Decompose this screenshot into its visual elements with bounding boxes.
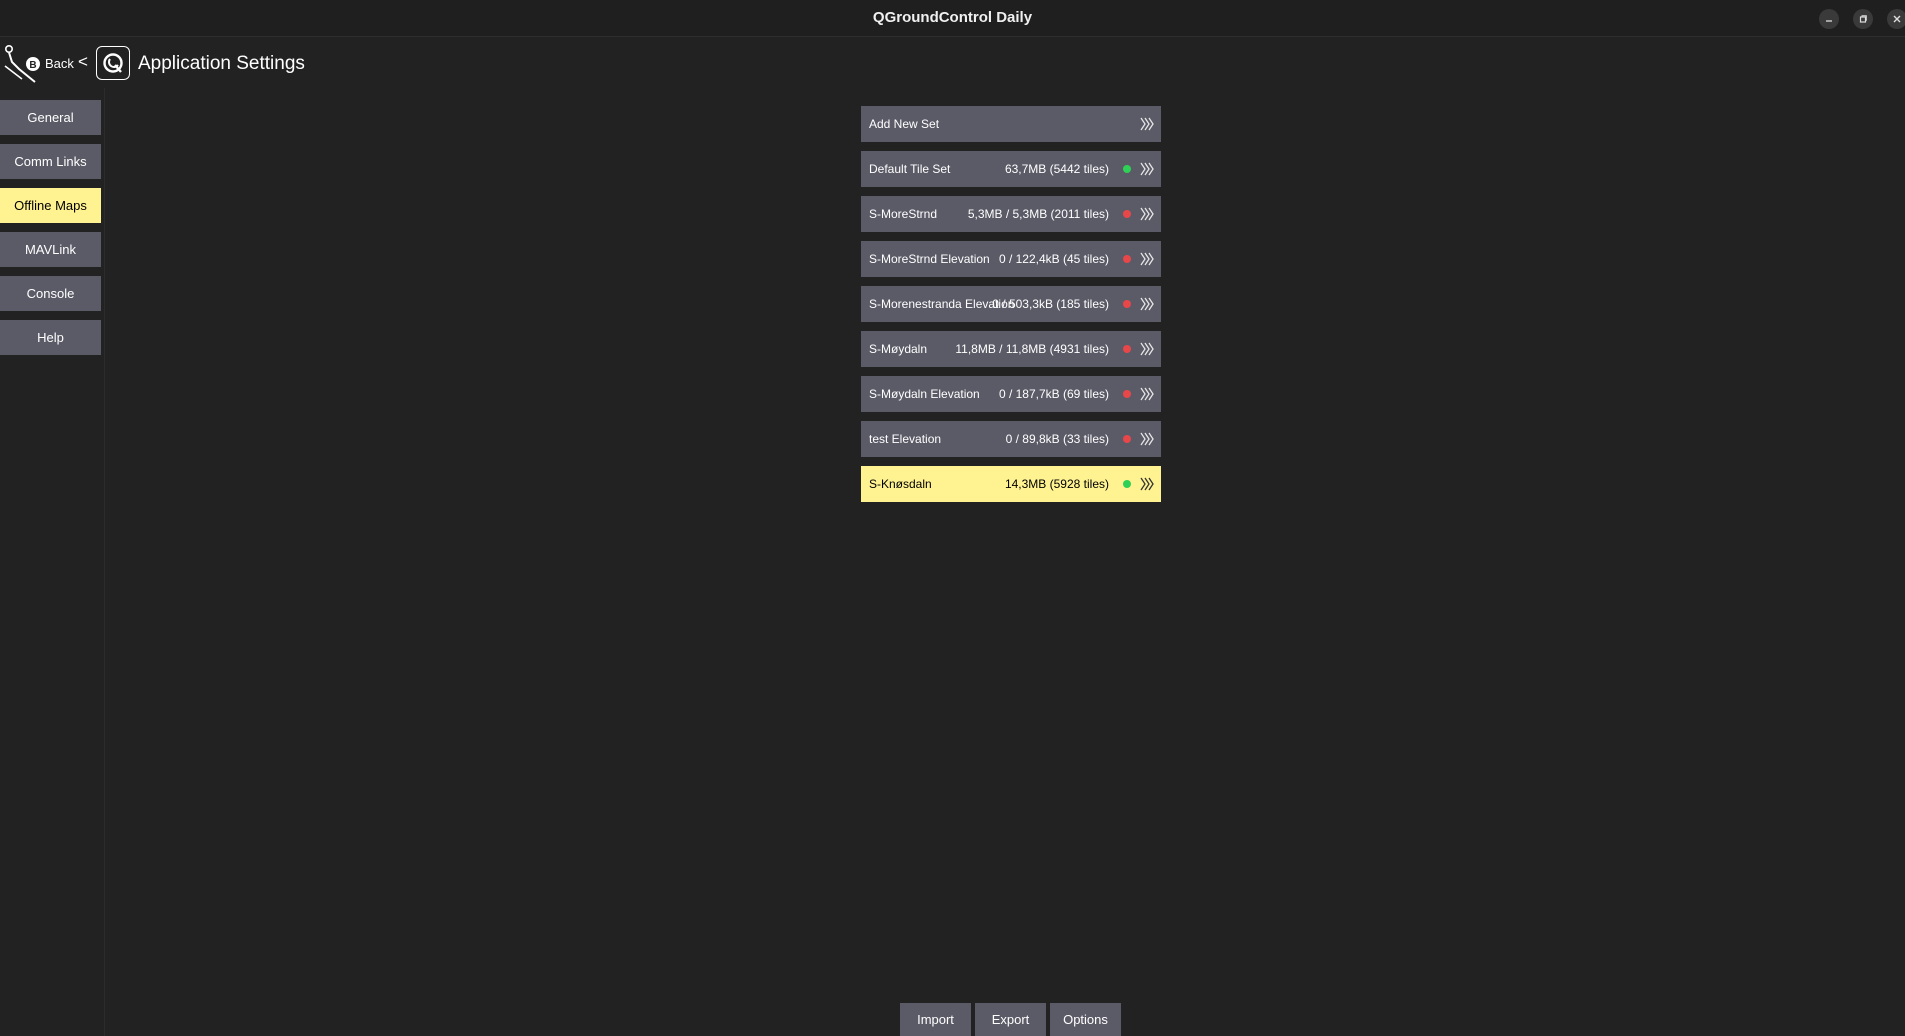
back-plan-icon[interactable]: B [2, 44, 40, 84]
status-dot-incomplete [1123, 345, 1131, 353]
set-name: Default Tile Set [869, 162, 951, 176]
tile-set-row[interactable]: S-Møydaln Elevation 0 / 187,7kB (69 tile… [861, 376, 1161, 412]
status-dot-incomplete [1123, 390, 1131, 398]
chevron-right-icon [1140, 117, 1154, 131]
set-size: 0 / 122,4kB (45 tiles) [998, 252, 1109, 266]
options-button[interactable]: Options [1050, 1003, 1121, 1036]
chevron-right-icon [1140, 162, 1154, 176]
set-name: S-MoreStrnd [869, 207, 938, 221]
status-dot-incomplete [1123, 300, 1131, 308]
tile-set-row[interactable]: S-Morenestranda Elevation 0 / 503,3kB (1… [861, 286, 1161, 322]
settings-sidebar: General Comm Links Offline Maps MAVLink … [0, 88, 105, 1036]
sidebar-item-offline-maps[interactable]: Offline Maps [0, 188, 101, 223]
chevron-right-icon [1140, 252, 1154, 266]
tile-set-row[interactable]: S-MoreStrnd 5,3MB / 5,3MB (2011 tiles) [861, 196, 1161, 232]
status-dot-incomplete [1123, 210, 1131, 218]
window-titlebar: QGroundControl Daily [0, 0, 1905, 37]
restore-icon[interactable] [1853, 9, 1873, 29]
set-size: 0 / 89,8kB (33 tiles) [1005, 432, 1109, 446]
svg-text:B: B [29, 60, 36, 71]
page-title: Application Settings [138, 53, 305, 74]
window-title: QGroundControl Daily [872, 9, 1033, 26]
status-dot-complete [1123, 165, 1131, 173]
set-name: S-Knøsdaln [869, 477, 932, 491]
export-button[interactable]: Export [975, 1003, 1046, 1036]
set-name: S-Møydaln Elevation [869, 387, 980, 401]
sidebar-item-console[interactable]: Console [0, 276, 101, 311]
qgc-logo-icon [96, 46, 130, 80]
chevron-right-icon [1140, 387, 1154, 401]
set-size: 0 / 187,7kB (69 tiles) [998, 387, 1109, 401]
set-size: 0 / 503,3kB (185 tiles) [992, 297, 1109, 311]
set-size: 11,8MB / 11,8MB (4931 tiles) [955, 342, 1109, 356]
chevron-right-icon [1140, 432, 1154, 446]
tile-set-row[interactable]: S-Møydaln 11,8MB / 11,8MB (4931 tiles) [861, 331, 1161, 367]
tile-set-row[interactable]: Default Tile Set 63,7MB (5442 tiles) [861, 151, 1161, 187]
set-name: test Elevation [869, 432, 942, 446]
tile-set-row[interactable]: S-MoreStrnd Elevation 0 / 122,4kB (45 ti… [861, 241, 1161, 277]
set-name: S-MoreStrnd Elevation [869, 252, 990, 266]
set-size: 63,7MB (5442 tiles) [1004, 162, 1109, 176]
add-new-set-button[interactable]: Add New Set [861, 106, 1161, 142]
sidebar-item-general[interactable]: General [0, 100, 101, 135]
set-size: 14,3MB (5928 tiles) [1004, 477, 1109, 491]
chevron-right-icon [1140, 342, 1154, 356]
breadcrumb-separator: < [78, 52, 88, 71]
sidebar-item-comm-links[interactable]: Comm Links [0, 144, 101, 179]
sidebar-item-mavlink[interactable]: MAVLink [0, 232, 101, 267]
set-size: 5,3MB / 5,3MB (2011 tiles) [967, 207, 1109, 221]
settings-header: B Back < Application Settings [0, 40, 600, 88]
import-button[interactable]: Import [900, 1003, 971, 1036]
tile-set-row[interactable]: test Elevation 0 / 89,8kB (33 tiles) [861, 421, 1161, 457]
back-button[interactable]: Back [45, 56, 74, 71]
minimize-icon[interactable] [1819, 9, 1839, 29]
status-dot-incomplete [1123, 435, 1131, 443]
set-name: S-Møydaln [869, 342, 928, 356]
sidebar-item-help[interactable]: Help [0, 320, 101, 355]
status-dot-complete [1123, 480, 1131, 488]
chevron-right-icon [1140, 297, 1154, 311]
chevron-right-icon [1140, 207, 1154, 221]
set-name: Add New Set [869, 117, 940, 131]
tile-set-row-selected[interactable]: S-Knøsdaln 14,3MB (5928 tiles) [861, 466, 1161, 502]
chevron-right-icon [1140, 477, 1154, 491]
status-dot-incomplete [1123, 255, 1131, 263]
close-icon[interactable] [1887, 9, 1905, 29]
